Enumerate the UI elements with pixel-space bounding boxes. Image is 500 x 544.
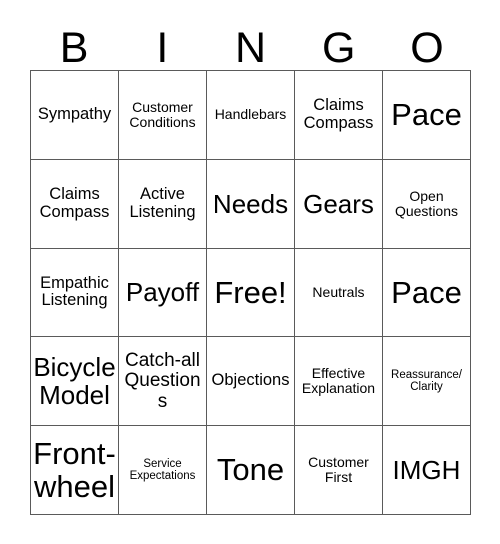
bingo-grid: Sympathy Customer Conditions Handlebars …: [30, 70, 471, 515]
bingo-cell-n5[interactable]: Tone: [207, 426, 295, 515]
bingo-cell-g3[interactable]: Neutrals: [295, 248, 383, 338]
bingo-header-letters: B I N G O: [30, 18, 471, 70]
bingo-cell-o3[interactable]: Pace: [383, 248, 471, 338]
bingo-cell-o5[interactable]: IMGH: [383, 426, 471, 515]
bingo-cell-g1[interactable]: Claims Compass: [295, 71, 383, 160]
bingo-cell-label: Pace: [391, 97, 462, 133]
bingo-cell-i4[interactable]: Catch-all Questions: [119, 337, 207, 427]
bingo-cell-label: Gears: [303, 188, 374, 219]
bingo-cell-i2[interactable]: Active Listening: [119, 159, 207, 249]
bingo-cell-label: Tone: [216, 452, 285, 488]
bingo-cell-label: Catch-all Questions: [124, 349, 201, 412]
bingo-cell-g5[interactable]: Customer First: [295, 426, 383, 515]
bingo-cell-label: Claims Compass: [39, 184, 110, 221]
bingo-cell-i5[interactable]: Service Expectations: [119, 426, 207, 515]
header-letter-i: I: [156, 24, 169, 72]
bingo-cell-b1[interactable]: Sympathy: [31, 71, 119, 160]
bingo-cell-b5[interactable]: Front-wheel: [31, 426, 119, 515]
bingo-cell-label: Bicycle Model: [33, 352, 116, 411]
bingo-cell-o1[interactable]: Pace: [383, 71, 471, 160]
bingo-cell-label: Handlebars: [214, 106, 287, 123]
bingo-cell-i3[interactable]: Payoff: [119, 248, 207, 338]
bingo-cell-o4[interactable]: Reassurance/ Clarity: [383, 337, 471, 427]
header-letter-n: N: [234, 24, 267, 72]
bingo-cell-label: Customer Conditions: [129, 98, 196, 130]
bingo-cell-i1[interactable]: Customer Conditions: [119, 71, 207, 160]
bingo-cell-label: Reassurance/ Clarity: [391, 368, 462, 394]
bingo-card: B I N G O Sympathy Customer Conditions H…: [0, 0, 500, 544]
bingo-cell-n4[interactable]: Objections: [207, 337, 295, 427]
bingo-cell-label: Effective Explanation: [301, 365, 376, 397]
bingo-cell-label: Sympathy: [37, 104, 112, 123]
bingo-cell-label: Objections: [211, 371, 290, 390]
bingo-cell-free-space[interactable]: Free!: [207, 248, 295, 338]
bingo-cell-g4[interactable]: Effective Explanation: [295, 337, 383, 427]
bingo-cell-label: Active Listening: [129, 184, 196, 221]
header-letter-o: O: [410, 24, 444, 72]
bingo-cell-n2[interactable]: Needs: [207, 159, 295, 249]
bingo-cell-label: Payoff: [125, 277, 200, 308]
bingo-cell-g2[interactable]: Gears: [295, 159, 383, 249]
bingo-cell-label: Neutrals: [312, 283, 365, 300]
bingo-cell-label: Service Expectations: [129, 457, 196, 483]
bingo-cell-label: Claims Compass: [303, 96, 374, 132]
bingo-cell-label: Free!: [214, 274, 287, 310]
header-letter-g: G: [321, 24, 356, 72]
bingo-cell-label: Needs: [212, 188, 289, 219]
bingo-cell-o2[interactable]: Open Questions: [383, 159, 471, 249]
bingo-cell-label: Open Questions: [394, 187, 459, 219]
bingo-cell-label: Customer First: [308, 453, 369, 486]
bingo-cell-n1[interactable]: Handlebars: [207, 71, 295, 160]
header-letter-b: B: [59, 24, 89, 72]
bingo-cell-b3[interactable]: Empathic Listening: [31, 248, 119, 338]
bingo-cell-b2[interactable]: Claims Compass: [31, 159, 119, 249]
bingo-cell-label: Front-wheel: [33, 435, 116, 505]
bingo-cell-label: Pace: [391, 274, 462, 310]
bingo-cell-label: IMGH: [392, 455, 461, 486]
bingo-cell-b4[interactable]: Bicycle Model: [31, 337, 119, 427]
bingo-cell-label: Empathic Listening: [40, 273, 109, 310]
